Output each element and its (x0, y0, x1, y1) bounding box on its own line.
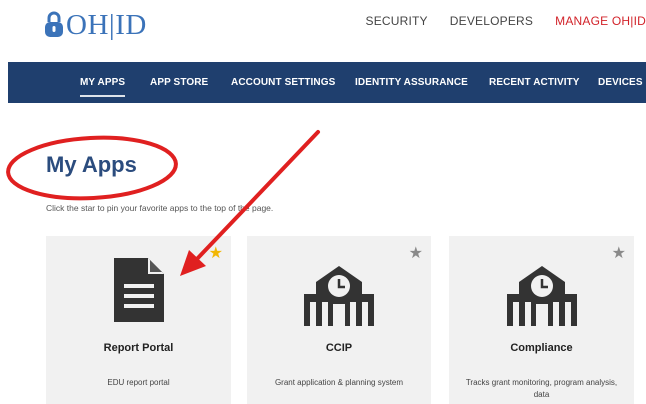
favorite-star-icon[interactable]: ★ (409, 246, 423, 262)
nav-devices[interactable]: DEVICES (598, 62, 643, 103)
app-name: Compliance (510, 342, 573, 354)
app-card-compliance[interactable]: ★ Compliance Tracks grant monitoring, pr… (449, 236, 634, 404)
app-name: CCIP (325, 342, 353, 354)
page-title: My Apps (46, 152, 137, 177)
app-name: Report Portal (103, 342, 174, 354)
logo-text: OH|ID (66, 8, 147, 41)
building-clock-icon (499, 254, 585, 331)
top-nav: SECURITY DEVELOPERS MANAGE OH|ID (365, 14, 646, 28)
nav-account-settings[interactable]: ACCOUNT SETTINGS (231, 62, 335, 103)
app-description: Tracks grant monitoring, program analysi… (465, 378, 618, 399)
document-icon (110, 254, 168, 331)
topnav-manage-ohid[interactable]: MANAGE OH|ID (555, 14, 646, 28)
nav-my-apps[interactable]: MY APPS (80, 62, 126, 103)
nav-app-store[interactable]: APP STORE (150, 62, 208, 103)
favorite-star-icon[interactable]: ★ (612, 246, 626, 262)
favorite-star-icon[interactable]: ★ (209, 246, 223, 262)
building-clock-icon (296, 254, 382, 331)
main-nav-bar: MY APPS APP STORE ACCOUNT SETTINGS IDENT… (8, 62, 646, 103)
topnav-developers[interactable]: DEVELOPERS (450, 14, 533, 28)
page-subtitle: Click the star to pin your favorite apps… (46, 203, 274, 213)
site-header: OH|ID SECURITY DEVELOPERS MANAGE OH|ID (0, 0, 646, 62)
app-card-report-portal[interactable]: ★ Report Portal EDU report portal (46, 236, 231, 404)
lock-icon (44, 11, 64, 39)
nav-recent-activity[interactable]: RECENT ACTIVITY (489, 62, 580, 103)
topnav-security[interactable]: SECURITY (365, 14, 427, 28)
nav-identity-assurance[interactable]: IDENTITY ASSURANCE (355, 62, 468, 103)
app-description: EDU report portal (107, 378, 170, 387)
app-card-ccip[interactable]: ★ CCIP Grant application & planning syst… (247, 236, 431, 404)
app-description: Grant application & planning system (274, 378, 404, 387)
ohid-logo[interactable]: OH|ID (44, 8, 147, 42)
